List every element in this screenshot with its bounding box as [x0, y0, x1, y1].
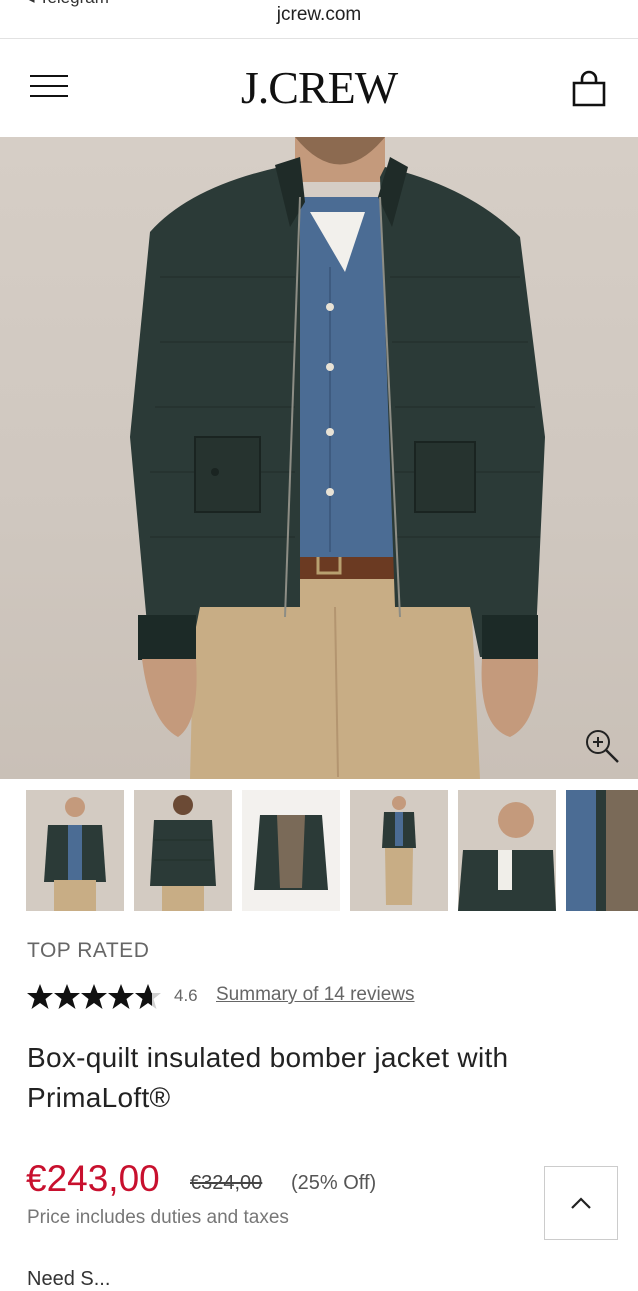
product-title: Box-quilt insulated bomber jacket with P…: [27, 1042, 509, 1113]
back-to-top-button[interactable]: [544, 1166, 618, 1240]
rating-stars-icon: [27, 984, 161, 1009]
shopping-bag-icon[interactable]: [570, 69, 608, 109]
thumbnail-full-length[interactable]: [350, 790, 448, 911]
discount-label: (25% Off): [291, 1172, 377, 1194]
thumbnail-front[interactable]: [26, 790, 124, 911]
browser-bar: ◂ Telegram jcrew.com: [0, 0, 638, 39]
thumbnail-back[interactable]: [134, 790, 232, 911]
brand-logo[interactable]: J.CREW: [0, 61, 638, 114]
jacket-model-illustration: [130, 137, 545, 779]
reviews-summary-link[interactable]: Summary of 14 reviews: [216, 984, 415, 1006]
top-rated-badge: TOP RATED: [27, 939, 150, 962]
price-note: Price includes duties and taxes: [27, 1207, 289, 1228]
zoom-icon[interactable]: [582, 726, 622, 766]
product-main-image[interactable]: [0, 137, 638, 779]
thumbnail-lining[interactable]: [566, 790, 638, 911]
url-display[interactable]: jcrew.com: [0, 4, 638, 26]
site-header: J.CREW: [0, 39, 638, 137]
original-price: €324,00: [190, 1172, 263, 1194]
thumbnail-detail[interactable]: [458, 790, 556, 911]
sale-price: €243,00: [26, 1158, 160, 1199]
thumbnail-flatlay[interactable]: [242, 790, 340, 911]
chevron-up-icon: [571, 1197, 591, 1209]
rating-value: 4.6: [174, 986, 198, 1005]
image-thumbnail-strip[interactable]: [26, 790, 638, 914]
